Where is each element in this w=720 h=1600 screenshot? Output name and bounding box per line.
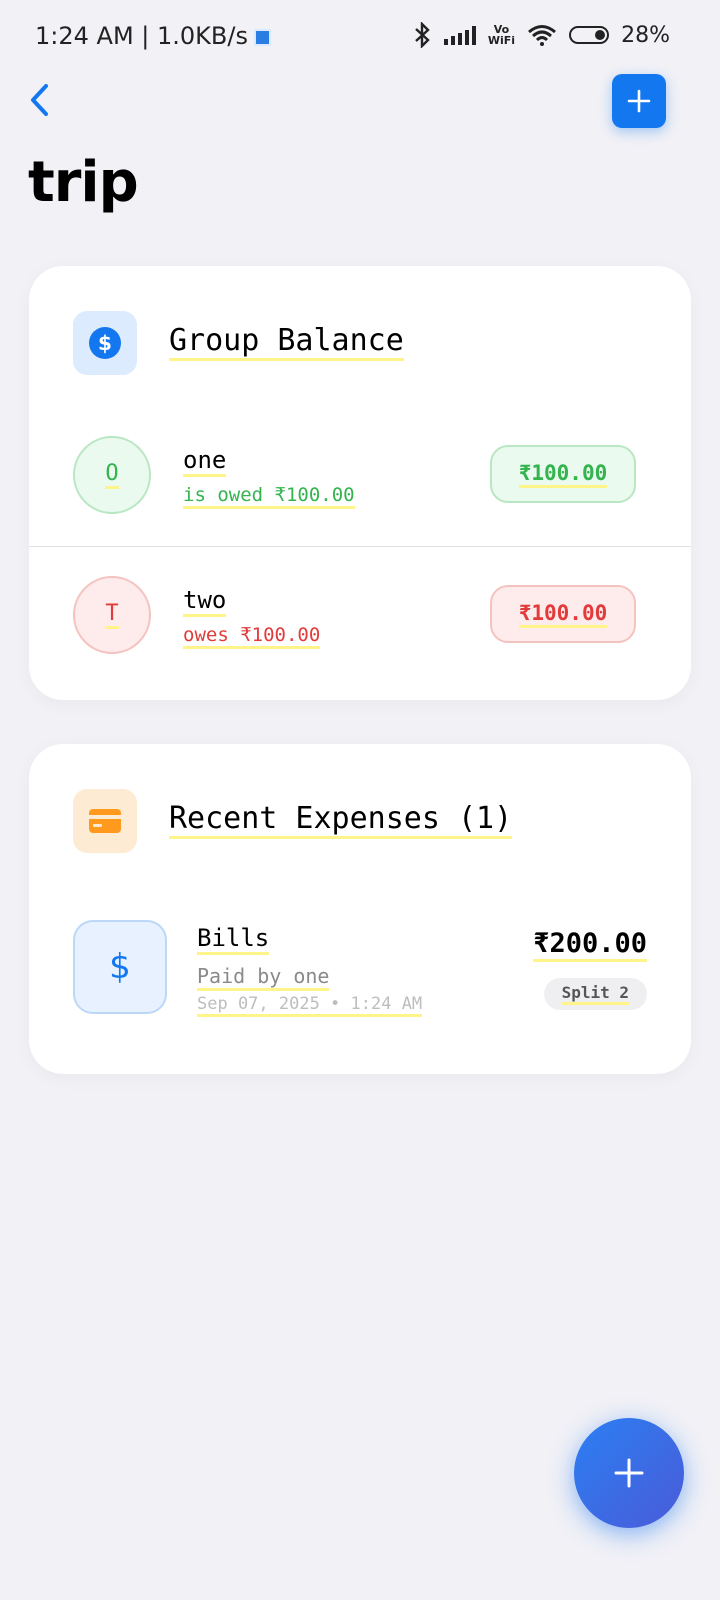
member-name-text: one (183, 446, 227, 477)
expense-date: Sep 07, 2025 • 1:24 AM (197, 994, 423, 1017)
avatar-initial: T (105, 601, 119, 629)
plus-icon (614, 1458, 644, 1488)
expense-paid-by: Paid by one (197, 964, 330, 991)
group-balance-title-text: Group Balance (169, 323, 404, 361)
plus-icon (627, 89, 651, 113)
svg-text:$: $ (98, 331, 112, 355)
avatar: T (73, 576, 151, 654)
add-button[interactable] (612, 74, 666, 128)
status-time: 1:24 AM | 1.0KB/s (35, 22, 271, 50)
status-time-speed: 1:24 AM | 1.0KB/s (35, 22, 248, 50)
group-balance-title: Group Balance (169, 323, 404, 361)
split-badge: Split 2 (543, 978, 647, 1010)
recent-expenses-icon-box (73, 789, 137, 853)
battery-icon (569, 26, 610, 44)
back-button[interactable] (22, 80, 62, 120)
status-icons: Vo WiFi 28% (412, 22, 670, 48)
vowifi-icon: Vo WiFi (488, 24, 515, 46)
split-badge-text: Split 2 (561, 983, 629, 1005)
bluetooth-icon (415, 22, 430, 48)
expense-dollar-icon: $ (73, 920, 167, 1014)
group-balance-card: $ Group Balance O one is owed ₹100.00 ₹1… (29, 266, 691, 700)
expense-name-text: Bills (197, 924, 270, 955)
member-status-text: owes ₹100.00 (183, 624, 321, 649)
add-expense-fab[interactable] (574, 1418, 684, 1528)
member-name: one (183, 446, 227, 477)
member-status: owes ₹100.00 (183, 624, 321, 649)
member-status: is owed ₹100.00 (183, 484, 355, 509)
recent-expenses-card: Recent Expenses (1) $ Bills Paid by one … (29, 744, 691, 1074)
avatar-initial: O (105, 461, 119, 489)
signal-icon (443, 25, 476, 45)
expense-paid-by-text: Paid by one (197, 964, 330, 991)
member-status-text: is owed ₹100.00 (183, 484, 355, 509)
notification-icon (253, 28, 271, 46)
status-bar: 1:24 AM | 1.0KB/s Vo WiFi 28% (0, 0, 720, 76)
page-title: trip (28, 150, 139, 215)
recent-expenses-title: Recent Expenses (1) (169, 801, 513, 839)
dollar-coin-icon: $ (89, 327, 121, 359)
avatar: O (73, 436, 151, 514)
divider (29, 546, 691, 547)
credit-card-icon (89, 809, 121, 833)
balance-amount: ₹100.00 (518, 601, 608, 628)
balance-pill-positive: ₹100.00 (490, 445, 636, 503)
wifi-icon (528, 25, 557, 46)
chevron-left-icon (31, 84, 48, 116)
expense-amount: ₹200.00 (533, 928, 647, 962)
balance-pill-negative: ₹100.00 (490, 585, 636, 643)
balance-amount: ₹100.00 (518, 461, 608, 488)
expense-date-text: Sep 07, 2025 • 1:24 AM (197, 994, 423, 1017)
battery-level: 28% (621, 22, 670, 48)
member-name: two (183, 586, 227, 617)
vowifi-bottom: WiFi (487, 34, 516, 47)
expense-name: Bills (197, 924, 270, 955)
group-balance-icon-box: $ (73, 311, 137, 375)
recent-expenses-title-text: Recent Expenses (1) (169, 801, 513, 839)
expense-icon-glyph: $ (109, 947, 131, 987)
member-name-text: two (183, 586, 227, 617)
expense-amount-text: ₹200.00 (533, 928, 647, 962)
